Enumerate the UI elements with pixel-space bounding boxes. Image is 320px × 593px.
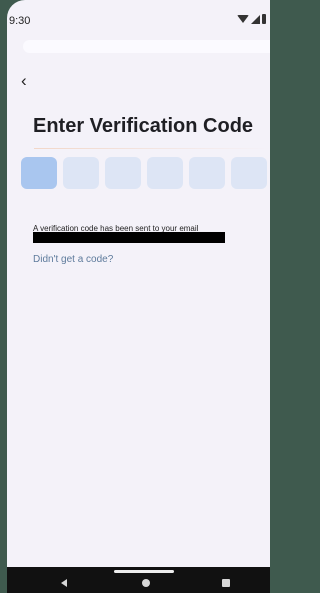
- phone-screen: 9:30 ‹ Enter Verification Code A verific…: [7, 0, 270, 593]
- code-digit-2[interactable]: [63, 157, 99, 189]
- signal-icon: [251, 14, 260, 24]
- email-redacted: [33, 232, 225, 243]
- code-digit-5[interactable]: [189, 157, 225, 189]
- resend-code-link[interactable]: Didn't get a code?: [33, 254, 113, 265]
- battery-icon: [262, 14, 266, 24]
- title-divider: [34, 148, 270, 149]
- code-digit-4[interactable]: [147, 157, 183, 189]
- nav-recent-icon[interactable]: [222, 579, 230, 587]
- back-button[interactable]: ‹: [21, 71, 41, 91]
- code-digit-3[interactable]: [105, 157, 141, 189]
- nav-home-icon[interactable]: [142, 579, 150, 587]
- gesture-pill: [114, 570, 174, 573]
- status-bar: 9:30: [7, 0, 270, 30]
- nav-back-icon[interactable]: [61, 579, 67, 587]
- wifi-icon: [237, 15, 249, 23]
- top-search-strip: [23, 40, 270, 53]
- code-digit-6[interactable]: [231, 157, 267, 189]
- code-digit-1[interactable]: [21, 157, 57, 189]
- verification-code-input[interactable]: [21, 157, 270, 189]
- chevron-left-icon: ‹: [21, 71, 27, 90]
- status-icons: [237, 14, 266, 24]
- page-title: Enter Verification Code: [33, 115, 254, 137]
- navigation-bar: [7, 567, 270, 593]
- status-time: 9:30: [9, 15, 31, 27]
